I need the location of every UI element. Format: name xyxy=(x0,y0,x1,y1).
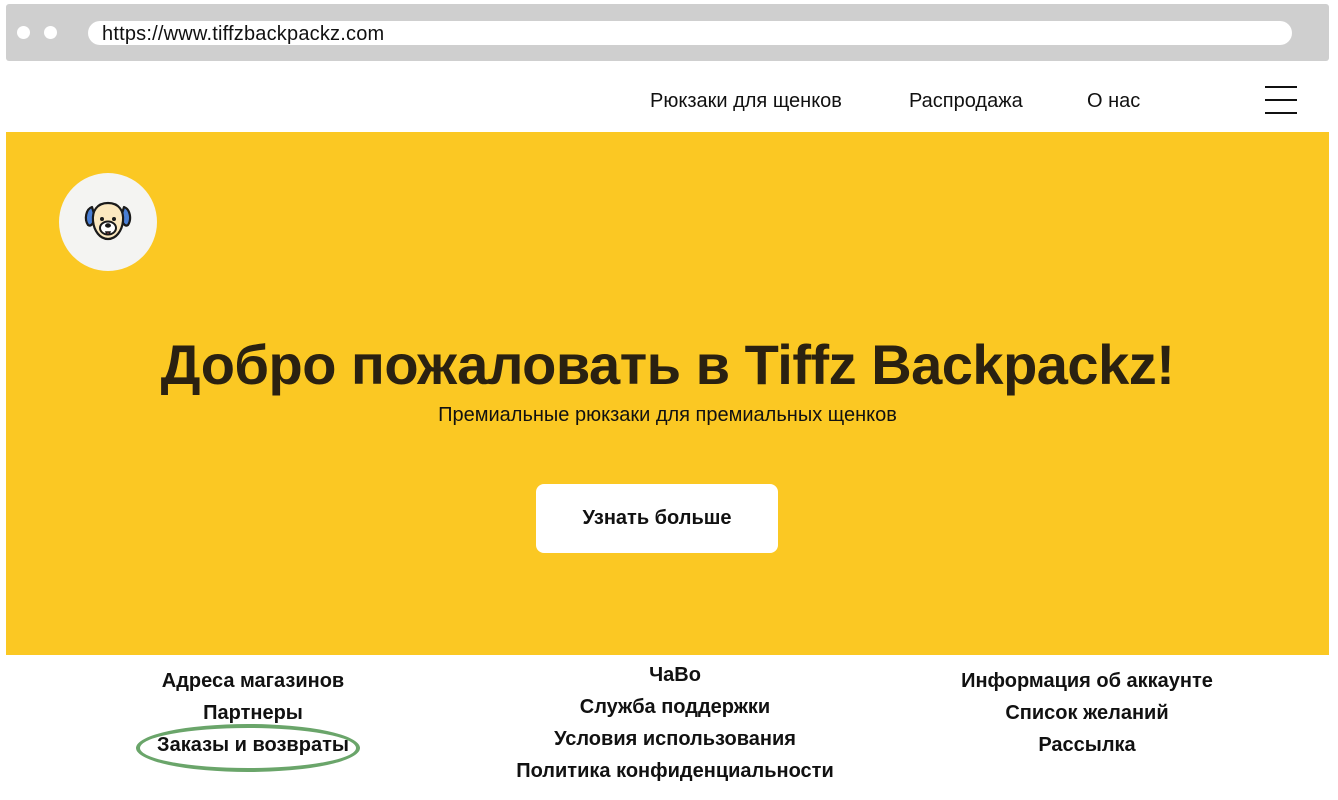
footer-column-help: ЧаВо Служба поддержки Условия использова… xyxy=(475,659,875,787)
hero-title: Добро пожаловать в Tiffz Backpackz! xyxy=(160,333,1175,396)
footer-link-newsletter[interactable]: Рассылка xyxy=(938,729,1236,761)
hamburger-icon[interactable] xyxy=(1265,86,1297,114)
address-bar[interactable]: https://www.tiffzbackpackz.com xyxy=(88,21,1292,45)
footer-column-stores: Адреса магазинов Партнеры Заказы и возвр… xyxy=(110,665,396,761)
footer-link-faq[interactable]: ЧаВо xyxy=(475,659,875,691)
learn-more-button[interactable]: Узнать больше xyxy=(536,484,778,553)
browser-chrome: https://www.tiffzbackpackz.com xyxy=(6,4,1329,61)
footer-link-account-info[interactable]: Информация об аккаунте xyxy=(938,665,1236,697)
top-navigation: Рюкзаки для щенков Распродажа О нас xyxy=(0,62,1338,132)
footer-link-support[interactable]: Служба поддержки xyxy=(475,691,875,723)
window-control-dot[interactable] xyxy=(44,26,57,39)
footer-link-wishlist[interactable]: Список желаний xyxy=(938,697,1236,729)
window-control-dot[interactable] xyxy=(17,26,30,39)
hero-subtitle: Премиальные рюкзаки для премиальных щенк… xyxy=(438,404,897,426)
footer-column-account: Информация об аккаунте Список желаний Ра… xyxy=(938,665,1236,761)
dog-face-icon xyxy=(84,201,132,241)
site-logo[interactable] xyxy=(59,173,157,271)
footer-link-terms[interactable]: Условия использования xyxy=(475,723,875,755)
address-bar-url: https://www.tiffzbackpackz.com xyxy=(102,23,385,45)
footer-link-orders-returns[interactable]: Заказы и возвраты xyxy=(110,729,396,761)
hero-banner: Добро пожаловать в Tiffz Backpackz! Прем… xyxy=(6,132,1329,655)
footer-link-partners[interactable]: Партнеры xyxy=(110,697,396,729)
nav-link-sale[interactable]: Распродажа xyxy=(909,90,1023,113)
footer-link-store-addresses[interactable]: Адреса магазинов xyxy=(110,665,396,697)
footer-link-privacy[interactable]: Политика конфиденциальности xyxy=(475,755,875,787)
nav-link-puppy-backpacks[interactable]: Рюкзаки для щенков xyxy=(650,90,842,113)
nav-link-about[interactable]: О нас xyxy=(1087,90,1140,113)
